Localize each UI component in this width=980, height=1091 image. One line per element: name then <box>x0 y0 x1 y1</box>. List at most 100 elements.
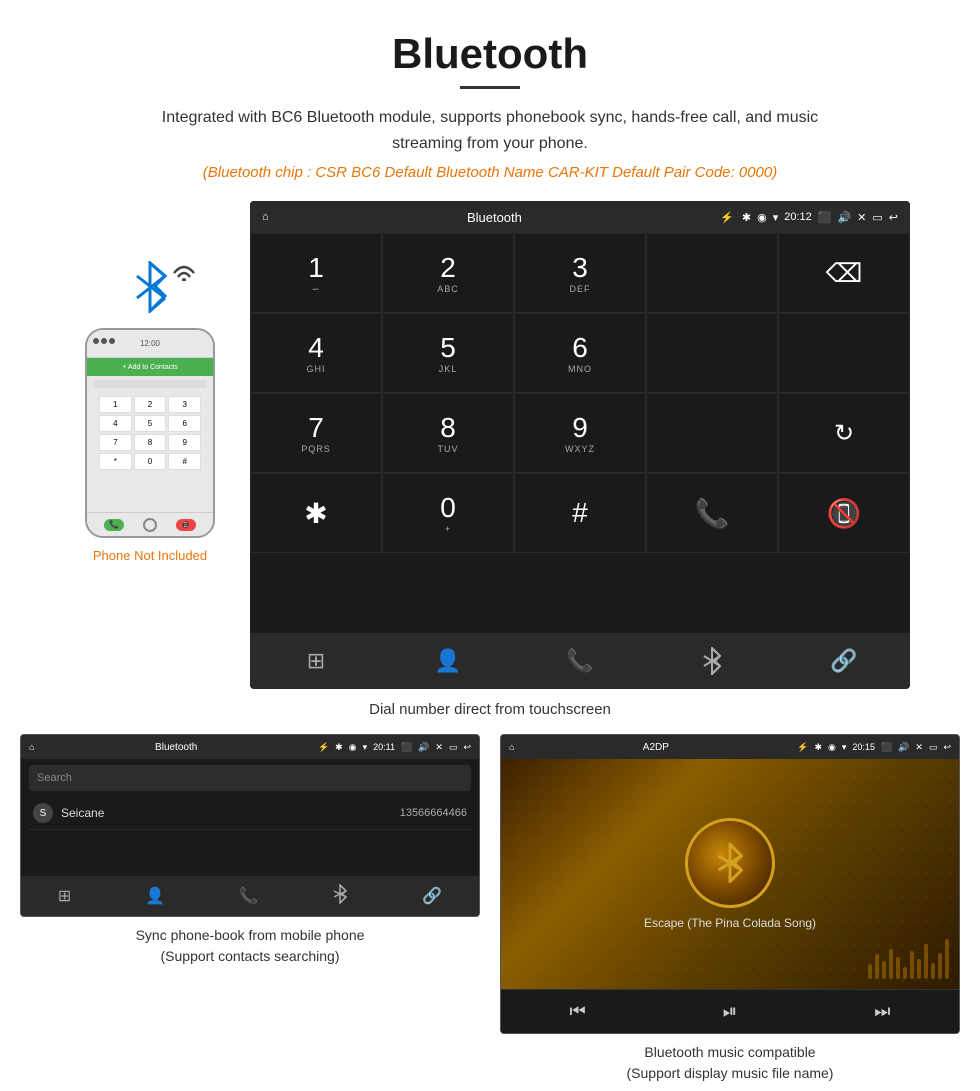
prev-track-icon[interactable]: ⏮ <box>570 1001 586 1022</box>
phone-key-hash[interactable]: # <box>168 453 201 470</box>
dial-key-2[interactable]: 2 ABC <box>382 233 514 313</box>
main-screen-section: 12:00 + Add to Contacts 1 2 3 4 5 6 7 8 <box>0 191 980 689</box>
music-controls: ⏮ ⏯ ⏭ <box>501 989 959 1033</box>
phone-key-0[interactable]: 0 <box>134 453 167 470</box>
dial-key-end[interactable]: 📵 <box>778 473 910 553</box>
dial-key-6[interactable]: 6 MNO <box>514 313 646 393</box>
phone-key-5[interactable]: 5 <box>134 415 167 432</box>
dial-key-call[interactable]: 📞 <box>646 473 778 553</box>
key-number: 7 <box>308 412 324 444</box>
music-time: 20:15 <box>852 742 875 752</box>
mini-close-icon[interactable]: ✕ <box>435 742 443 753</box>
key-number: ✱ <box>304 497 327 530</box>
phone-end-button[interactable]: 📵 <box>176 519 196 531</box>
car-status-bar: ⌂ Bluetooth ⚡ ✱ ◉ ▾ 20:12 ⬛ 🔊 ✕ ▭ ↩ <box>250 201 910 233</box>
phone-call-button[interactable]: 📞 <box>104 519 124 531</box>
contact-name: Seicane <box>61 806 400 820</box>
music-signal-icon: ▾ <box>842 742 847 753</box>
dial-key-delete[interactable]: ⌫ <box>778 233 910 313</box>
close-icon[interactable]: ✕ <box>857 211 866 224</box>
key-number: 6 <box>572 332 588 364</box>
mini-nav-dialpad[interactable]: ⊞ <box>58 886 71 906</box>
camera-icon: ⬛ <box>818 211 832 224</box>
music-win-icon[interactable]: ▭ <box>929 742 938 753</box>
key-number: 2 <box>440 252 456 284</box>
phone-bottom-bar: 📞 📵 <box>87 512 213 536</box>
contact-row[interactable]: S Seicane 13566664466 <box>29 797 471 830</box>
mini-nav-phone[interactable]: 📞 <box>239 886 259 906</box>
phone-key-7[interactable]: 7 <box>99 434 132 451</box>
status-icons: ✱ ◉ ▾ 20:12 ⬛ 🔊 ✕ ▭ ↩ <box>742 211 898 224</box>
phonebook-card: ⌂ Bluetooth ⚡ ✱ ◉ ▾ 20:11 ⬛ 🔊 ✕ ▭ ↩ Sear… <box>20 734 480 1088</box>
bluetooth-icon <box>129 261 171 320</box>
mini-home-icon[interactable]: ⌂ <box>29 742 34 752</box>
delete-icon: ⌫ <box>826 258 863 289</box>
car-nav-bar: ⊞ 👤 📞 🔗 <box>250 633 910 689</box>
key-sub: MNO <box>568 364 592 374</box>
key-number: 8 <box>440 412 456 444</box>
bluetooth-status-icon: ✱ <box>742 211 751 224</box>
time-display: 20:12 <box>784 211 812 223</box>
mini-nav-bluetooth[interactable] <box>332 884 348 909</box>
dial-key-refresh[interactable]: ↻ <box>778 393 910 473</box>
phone-key-2[interactable]: 2 <box>134 396 167 413</box>
nav-contacts-icon[interactable]: 👤 <box>428 641 468 681</box>
dial-key-0[interactable]: 0 + <box>382 473 514 553</box>
music-home-icon[interactable]: ⌂ <box>509 742 514 752</box>
mini-cam-icon: ⬛ <box>401 742 412 753</box>
phone-key-4[interactable]: 4 <box>99 415 132 432</box>
phone-key-9[interactable]: 9 <box>168 434 201 451</box>
page-specs: (Bluetooth chip : CSR BC6 Default Blueto… <box>20 164 960 181</box>
dial-key-star[interactable]: ✱ <box>250 473 382 553</box>
music-title-label: A2DP <box>520 742 791 753</box>
add-contacts-label: + Add to Contacts <box>122 364 177 371</box>
music-background: Escape (The Pina Colada Song) <box>501 759 959 989</box>
mini-usb-icon: ⚡ <box>318 742 329 753</box>
dial-key-1[interactable]: 1 ∽ <box>250 233 382 313</box>
key-number: 0 <box>440 492 456 524</box>
music-usb-icon: ⚡ <box>797 742 808 753</box>
music-bt-icon: ✱ <box>814 742 822 753</box>
window-icon[interactable]: ▭ <box>872 211 882 224</box>
empty-cell <box>778 313 910 393</box>
back-icon[interactable]: ↩ <box>889 211 898 224</box>
phone-key-6[interactable]: 6 <box>168 415 201 432</box>
nav-phone-icon[interactable]: 📞 <box>560 641 600 681</box>
dial-key-3[interactable]: 3 DEF <box>514 233 646 313</box>
signal-icon: ▾ <box>773 211 779 224</box>
phonebook-caption: Sync phone-book from mobile phone (Suppo… <box>136 917 365 971</box>
mini-time: 20:11 <box>373 742 395 752</box>
dial-key-9[interactable]: 9 WXYZ <box>514 393 646 473</box>
music-loc-icon: ◉ <box>828 742 836 753</box>
phone-key-8[interactable]: 8 <box>134 434 167 451</box>
dial-key-8[interactable]: 8 TUV <box>382 393 514 473</box>
next-track-icon[interactable]: ⏭ <box>874 1001 890 1022</box>
key-number: 9 <box>572 412 588 444</box>
key-sub: ∽ <box>312 284 321 295</box>
music-close-icon[interactable]: ✕ <box>915 742 923 753</box>
home-icon[interactable]: ⌂ <box>262 211 269 223</box>
key-sub: WXYZ <box>565 444 595 454</box>
dial-key-4[interactable]: 4 GHI <box>250 313 382 393</box>
phone-key-3[interactable]: 3 <box>168 396 201 413</box>
mini-back-icon[interactable]: ↩ <box>463 742 471 753</box>
phone-home-button[interactable] <box>143 518 157 532</box>
music-back-icon[interactable]: ↩ <box>943 742 951 753</box>
dial-key-7[interactable]: 7 PQRS <box>250 393 382 473</box>
nav-link-icon[interactable]: 🔗 <box>824 641 864 681</box>
phone-key-1[interactable]: 1 <box>99 396 132 413</box>
dial-key-5[interactable]: 5 JKL <box>382 313 514 393</box>
music-caption: Bluetooth music compatible (Support disp… <box>627 1034 834 1088</box>
song-title: Escape (The Pina Colada Song) <box>644 916 816 930</box>
play-pause-icon[interactable]: ⏯ <box>723 1001 737 1022</box>
nav-dialpad-icon[interactable]: ⊞ <box>296 641 336 681</box>
mini-nav-contacts[interactable]: 👤 <box>145 886 165 906</box>
nav-bluetooth-icon[interactable] <box>692 641 732 681</box>
main-caption: Dial number direct from touchscreen <box>0 689 980 734</box>
mini-win-icon[interactable]: ▭ <box>449 742 458 753</box>
phone-mockup: 12:00 + Add to Contacts 1 2 3 4 5 6 7 8 <box>85 328 215 538</box>
mini-nav-link[interactable]: 🔗 <box>422 886 442 906</box>
music-status-bar: ⌂ A2DP ⚡ ✱ ◉ ▾ 20:15 ⬛ 🔊 ✕ ▭ ↩ <box>501 735 959 759</box>
phone-key-star[interactable]: * <box>99 453 132 470</box>
dial-key-hash[interactable]: # <box>514 473 646 553</box>
